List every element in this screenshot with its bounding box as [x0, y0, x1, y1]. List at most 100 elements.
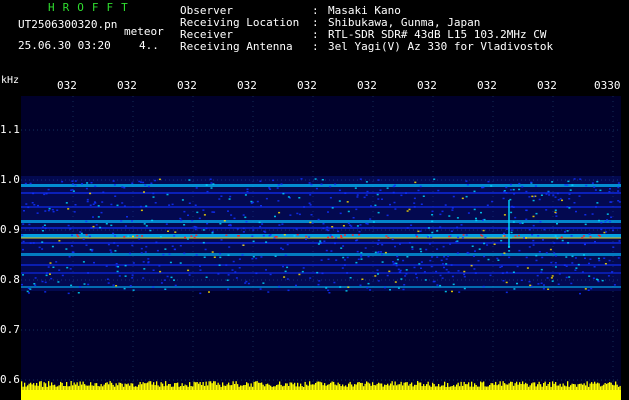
signal-speck [41, 248, 44, 250]
signal-speck [419, 230, 422, 232]
signal-speck [74, 184, 77, 187]
noise-spike [99, 386, 101, 390]
signal-speck [244, 194, 247, 196]
signal-speck [218, 198, 221, 200]
signal-speck [252, 201, 255, 204]
signal-speck [315, 187, 318, 190]
noise-spike [268, 384, 270, 390]
signal-speck [392, 263, 395, 265]
noise-spike [376, 383, 378, 390]
signal-speck [321, 179, 324, 181]
signal-speck [550, 277, 553, 279]
signal-speck [107, 282, 110, 284]
signal-speck [471, 245, 474, 247]
noise-spike [450, 386, 452, 390]
signal-speck [523, 237, 526, 239]
signal-speck [611, 271, 613, 273]
signal-speck [131, 274, 134, 276]
signal-speck [69, 268, 72, 270]
signal-speck [105, 223, 108, 225]
signal-speck [604, 221, 607, 223]
noise-spike [78, 385, 80, 390]
signal-peak [503, 235, 506, 237]
signal-speck [264, 231, 267, 233]
noise-spike [274, 386, 276, 390]
signal-speck [300, 178, 303, 180]
signal-speck [532, 239, 535, 242]
signal-speck [460, 224, 463, 226]
noise-spike [375, 385, 377, 390]
freq-tick-label: 0.7 [0, 323, 20, 336]
signal-speck [583, 254, 585, 256]
noise-spike [153, 382, 155, 390]
noise-spike [105, 382, 107, 390]
noise-spike [289, 382, 291, 390]
noise-spike [240, 385, 242, 390]
noise-spike [415, 384, 417, 390]
signal-speck [531, 195, 534, 198]
signal-speck [389, 289, 391, 291]
signal-speck [227, 210, 229, 212]
noise-spike [532, 382, 534, 390]
signal-speck [169, 261, 172, 264]
signal-speck [227, 288, 230, 290]
noise-spike [132, 383, 134, 390]
noise-spike [585, 385, 587, 390]
signal-speck [448, 215, 451, 217]
signal-speck [22, 274, 24, 276]
signal-speck [326, 226, 329, 228]
signal-speck [436, 284, 439, 286]
noise-spike [388, 385, 390, 390]
noise-spike [58, 385, 60, 390]
signal-speck [26, 290, 29, 293]
signal-speck [132, 289, 135, 291]
noise-spike [22, 386, 24, 390]
noise-spike [112, 384, 114, 390]
signal-speck [163, 279, 166, 281]
noise-spike [34, 385, 36, 390]
signal-speck [24, 182, 27, 185]
signal-speck [510, 231, 513, 234]
signal-speck [483, 255, 486, 258]
signal-speck [120, 220, 123, 222]
noise-spike [123, 386, 125, 390]
noise-spike [144, 383, 146, 390]
noise-spike [150, 381, 152, 390]
freq-tick-label: 0.6 [0, 373, 20, 386]
signal-speck [568, 207, 571, 209]
noise-spike [334, 384, 336, 390]
noise-spike [163, 386, 165, 390]
signal-speck [346, 256, 349, 259]
noise-spike [517, 384, 519, 390]
noise-spike [382, 386, 384, 390]
noise-spike [328, 384, 330, 390]
signal-speck [49, 273, 51, 275]
noise-spike [490, 383, 492, 390]
signal-peak [190, 235, 193, 237]
noise-spike [510, 381, 512, 390]
noise-spike [580, 383, 582, 390]
signal-speck [179, 217, 182, 220]
signal-speck [22, 248, 24, 251]
signal-speck [617, 182, 620, 184]
signal-speck [363, 196, 366, 199]
signal-speck [337, 230, 340, 233]
signal-speck [347, 210, 350, 213]
signal-speck [356, 250, 359, 253]
signal-speck [359, 284, 362, 286]
noise-spike [51, 382, 53, 390]
signal-speck [129, 285, 132, 287]
signal-speck [535, 212, 538, 215]
noise-spike [327, 384, 329, 390]
noise-spike [97, 386, 99, 390]
signal-speck [496, 257, 499, 260]
signal-speck [518, 182, 521, 185]
noise-spike [267, 383, 269, 390]
signal-speck [32, 192, 35, 195]
signal-speck [422, 195, 425, 197]
signal-speck [537, 235, 540, 237]
signal-speck [419, 185, 422, 188]
noise-spike [420, 382, 422, 390]
signal-speck [247, 282, 250, 285]
signal-speck [102, 191, 105, 193]
